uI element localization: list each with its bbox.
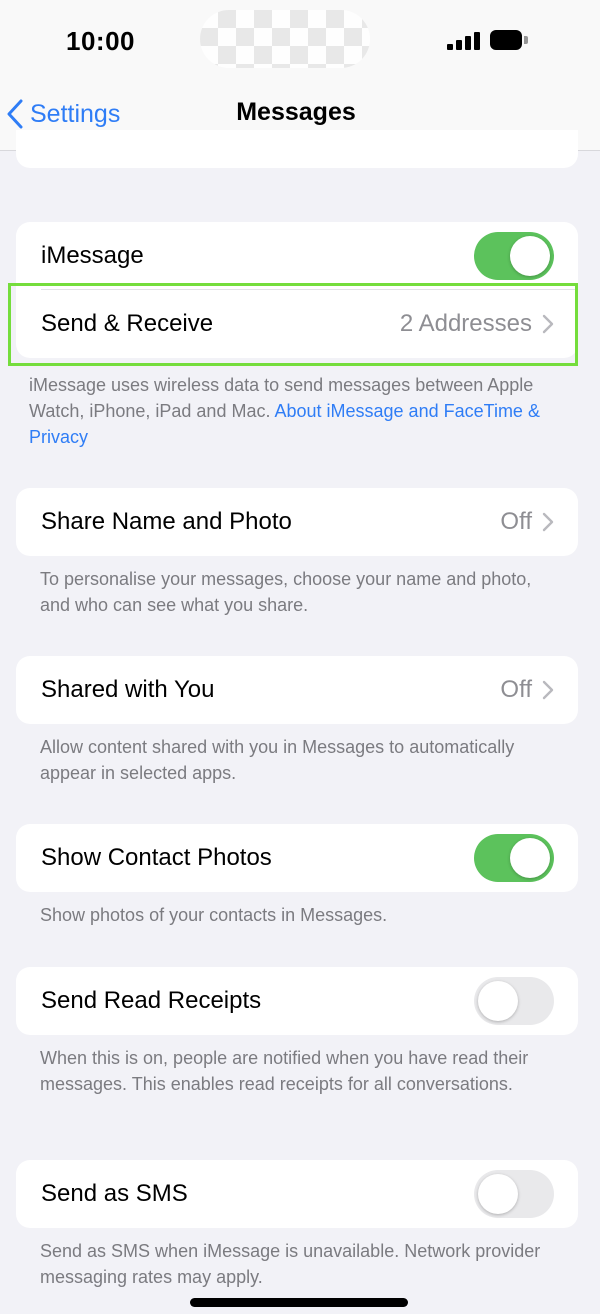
shared-with-you-footnote: Allow content shared with you in Message… bbox=[40, 737, 515, 783]
status-time: 10:00 bbox=[66, 26, 135, 56]
contact-photos-card: Show Contact Photos bbox=[16, 824, 578, 892]
send-receive-value: 2 Addresses bbox=[399, 310, 532, 337]
shared-with-you-row[interactable]: Shared with You Off bbox=[16, 656, 578, 724]
share-name-card: Share Name and Photo Off bbox=[16, 488, 578, 556]
send-sms-toggle[interactable] bbox=[474, 1170, 554, 1218]
chevron-right-icon bbox=[542, 512, 554, 532]
contact-photos-row: Show Contact Photos bbox=[16, 824, 578, 892]
page-title: Messages bbox=[236, 98, 356, 126]
contact-photos-toggle[interactable] bbox=[474, 834, 554, 882]
send-sms-label: Send as SMS bbox=[41, 1180, 188, 1207]
imessage-toggle[interactable] bbox=[474, 232, 554, 280]
imessage-footnote: iMessage uses wireless data to send mess… bbox=[29, 375, 540, 447]
contact-photos-label: Show Contact Photos bbox=[41, 844, 272, 871]
send-sms-row: Send as SMS bbox=[16, 1160, 578, 1228]
chevron-right-icon bbox=[542, 314, 554, 334]
send-receive-label: Send & Receive bbox=[41, 310, 214, 337]
read-receipts-row: Send Read Receipts bbox=[16, 967, 578, 1035]
dynamic-island bbox=[200, 10, 370, 68]
shared-with-you-label: Shared with You bbox=[41, 676, 215, 703]
home-indicator[interactable] bbox=[190, 1298, 408, 1307]
signal-icon bbox=[447, 32, 481, 50]
imessage-label: iMessage bbox=[41, 242, 144, 269]
share-name-label: Share Name and Photo bbox=[41, 508, 292, 535]
read-receipts-footnote: When this is on, people are notified whe… bbox=[40, 1048, 529, 1094]
previous-settings-card bbox=[16, 130, 578, 168]
battery-icon bbox=[490, 30, 528, 50]
imessage-card: iMessage Send & Receive 2 Addresses bbox=[16, 222, 578, 358]
chevron-right-icon bbox=[542, 680, 554, 700]
send-sms-footnote: Send as SMS when iMessage is unavailable… bbox=[40, 1241, 541, 1287]
shared-with-you-card: Shared with You Off bbox=[16, 656, 578, 724]
status-bar: 10:00 bbox=[0, 0, 600, 80]
share-name-footnote: To personalise your messages, choose you… bbox=[40, 569, 532, 615]
shared-with-you-value: Off bbox=[500, 676, 532, 703]
contact-photos-footnote: Show photos of your contacts in Messages… bbox=[40, 905, 388, 925]
imessage-row: iMessage bbox=[16, 222, 578, 290]
read-receipts-toggle[interactable] bbox=[474, 977, 554, 1025]
read-receipts-card: Send Read Receipts bbox=[16, 967, 578, 1035]
send-sms-card: Send as SMS bbox=[16, 1160, 578, 1228]
share-name-row[interactable]: Share Name and Photo Off bbox=[16, 488, 578, 556]
share-name-value: Off bbox=[500, 508, 532, 535]
read-receipts-label: Send Read Receipts bbox=[41, 987, 262, 1014]
send-receive-row[interactable]: Send & Receive 2 Addresses bbox=[16, 290, 578, 358]
